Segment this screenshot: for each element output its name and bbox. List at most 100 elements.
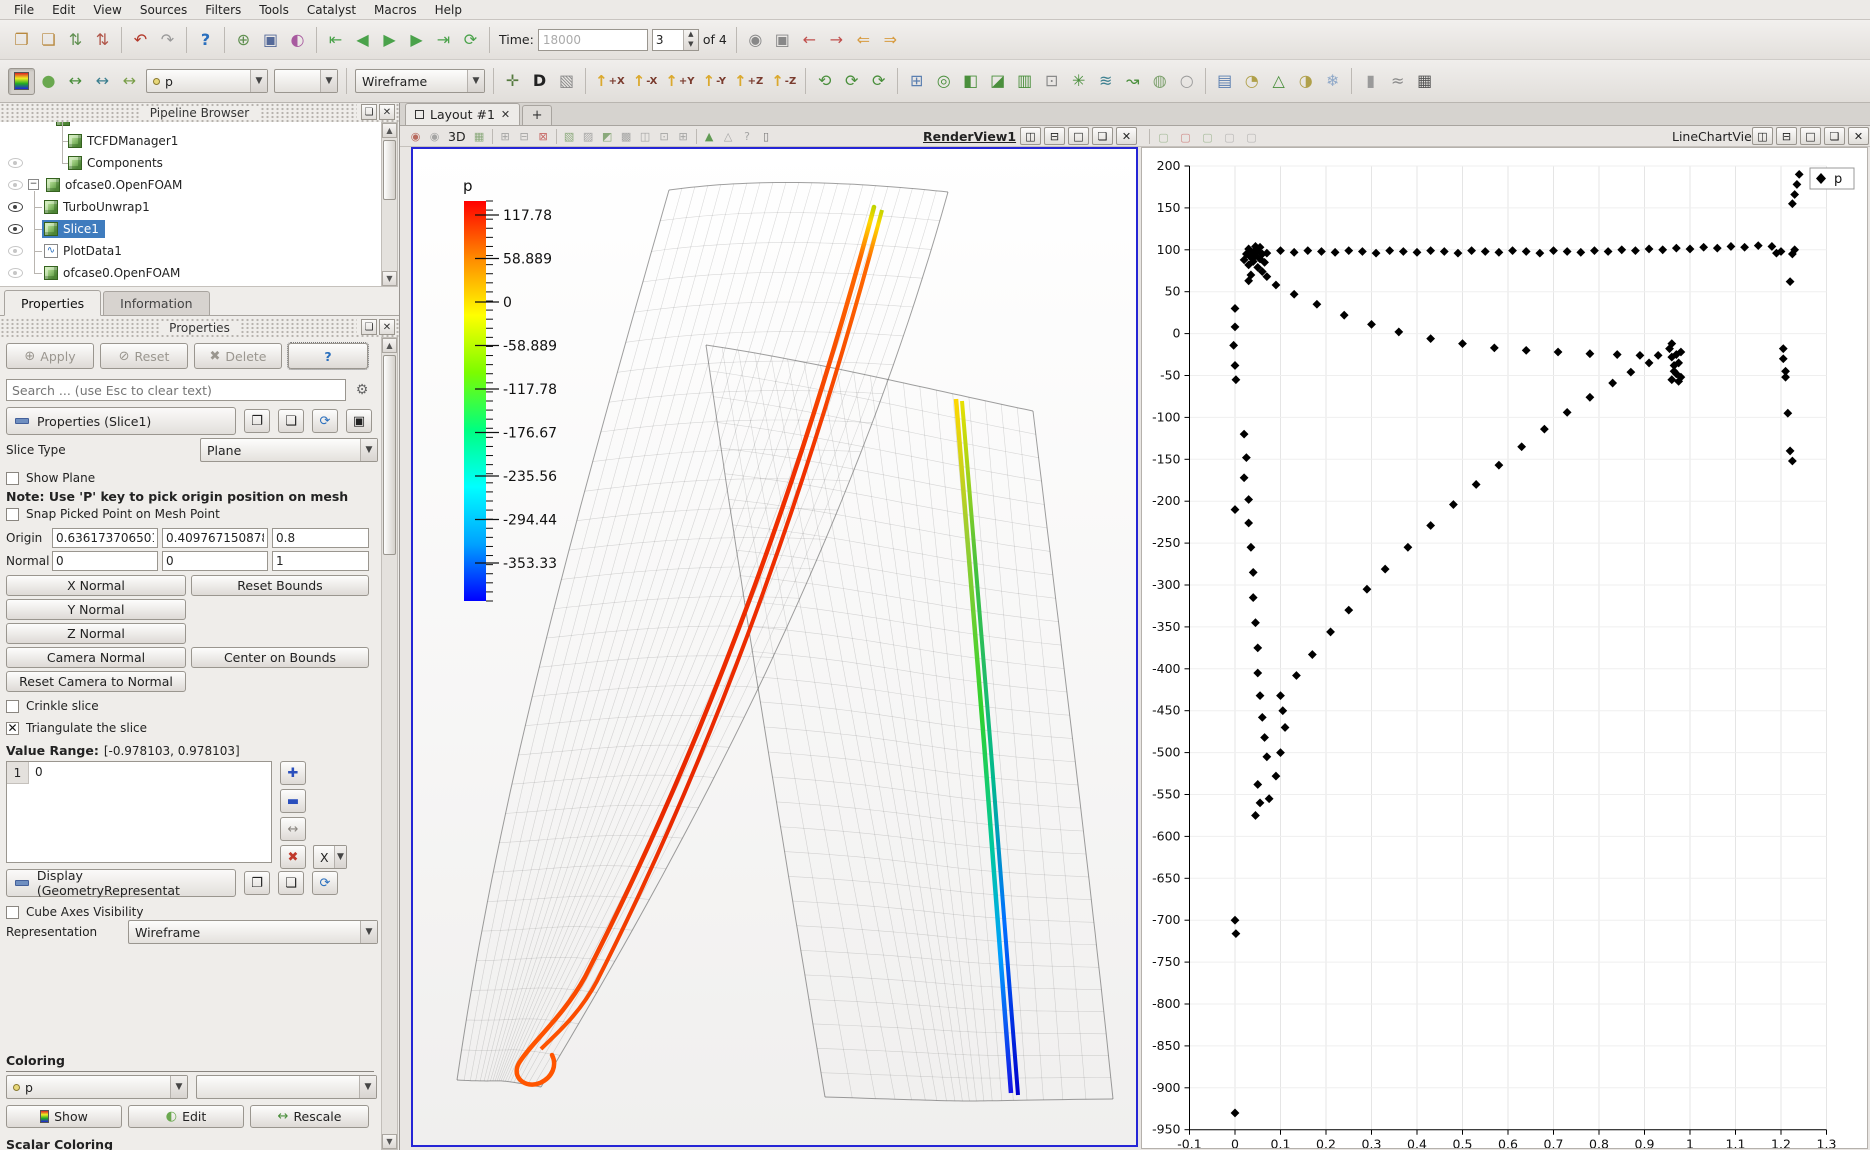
render-split-vertical-button[interactable]: ⊟ xyxy=(1044,127,1065,145)
paste-properties-icon[interactable]: ❏ xyxy=(278,409,304,433)
spin-value-input[interactable] xyxy=(653,30,683,50)
whats-this-icon[interactable]: ? xyxy=(738,127,757,145)
crystal-icon[interactable]: ❄ xyxy=(1319,68,1346,95)
probe-location-icon[interactable]: ◔ xyxy=(1238,68,1265,95)
display-section-bar[interactable]: Display (GeometryRepresentat xyxy=(6,869,236,897)
value-range-button[interactable]: ↔ xyxy=(280,817,306,841)
extract-group-icon[interactable]: ○ xyxy=(1173,68,1200,95)
pipeline-item-tcfdmanager1[interactable]: TCFDManager1 xyxy=(0,130,381,152)
tab-information[interactable]: Information xyxy=(103,291,209,315)
reset-camera-to-normal-button[interactable]: Reset Camera to Normal xyxy=(6,671,186,692)
tree-item-body[interactable]: Components xyxy=(66,154,169,172)
dock-float-icon[interactable]: ❏ xyxy=(361,104,377,120)
chart-legend[interactable]: p xyxy=(1810,168,1854,189)
plane-tool-icon[interactable]: △ xyxy=(1265,68,1292,95)
tree-item-body[interactable]: ofcase0.OpenFOAM xyxy=(42,264,186,282)
menu-tools[interactable]: Tools xyxy=(251,1,297,19)
interactive-select-icon[interactable]: ⊡ xyxy=(655,127,674,145)
chart-float-button[interactable]: ❏ xyxy=(1824,127,1845,145)
save-data-icon[interactable]: ❏ xyxy=(35,26,62,53)
set-view-plus-z-button[interactable]: ↑+Z xyxy=(730,68,767,95)
select-surface-points-icon[interactable]: ▨ xyxy=(579,127,598,145)
tab-properties[interactable]: Properties xyxy=(4,290,101,316)
search-options-gear-icon[interactable]: ⚙ xyxy=(352,380,372,400)
pipeline-item-slice1[interactable]: Slice1 xyxy=(0,218,381,240)
rotate-90-icon[interactable]: ⟳ xyxy=(865,68,892,95)
chart-select-minus-icon[interactable]: ▢ xyxy=(1176,128,1195,146)
chart-export-icon[interactable]: ▢ xyxy=(1242,128,1261,146)
tree-item-body[interactable]: ofcase0.OpenFOAM xyxy=(44,176,188,194)
capture-view-icon[interactable]: ◉ xyxy=(425,127,444,145)
rescale-custom-icon[interactable]: ↔ xyxy=(89,68,116,95)
pipeline-tree[interactable]: −TCFDManager1Componentsofcase0.OpenFOAMT… xyxy=(0,122,381,287)
glyph-icon[interactable]: ✳ xyxy=(1065,68,1092,95)
slice-icon[interactable]: ◪ xyxy=(984,68,1011,95)
render-float-button[interactable]: ❏ xyxy=(1092,127,1113,145)
loop-icon[interactable]: ⟳ xyxy=(457,26,484,53)
select-surface-cells-icon[interactable]: ▧ xyxy=(560,127,579,145)
apply-button[interactable]: ⊕Apply xyxy=(6,343,94,369)
properties-section-bar[interactable]: Properties (Slice1) xyxy=(6,407,236,435)
render-maximize-button[interactable]: □ xyxy=(1068,127,1089,145)
clear-view-icon[interactable]: ▯ xyxy=(757,127,776,145)
render-view-canvas[interactable]: p117.7858.8890-58.889-117.78-176.67-235.… xyxy=(413,149,1136,1145)
remove-value-button[interactable]: ▬ xyxy=(280,789,306,813)
slice-type-combo[interactable]: Plane▼ xyxy=(200,438,378,462)
reset-camera-icon[interactable]: ⊟ xyxy=(515,127,534,145)
show-colormap-button[interactable]: Show xyxy=(6,1105,122,1128)
zoom-to-box-icon[interactable]: ✛ xyxy=(499,68,526,95)
help-icon[interactable]: ? xyxy=(192,26,219,53)
last-frame-icon[interactable]: ⇥ xyxy=(430,26,457,53)
macro-icon-1[interactable]: ← xyxy=(796,26,823,53)
menu-file[interactable]: File xyxy=(6,1,42,19)
z-normal-button[interactable]: Z Normal xyxy=(6,623,186,644)
pipeline-scrollbar[interactable]: ▲ ▼ xyxy=(381,122,398,287)
hover-cells-icon[interactable]: ⊞ xyxy=(674,127,693,145)
menu-edit[interactable]: Edit xyxy=(44,1,83,19)
zoom-to-data-icon[interactable]: D xyxy=(526,68,553,95)
search-input[interactable] xyxy=(6,379,346,401)
coloring-field-combo[interactable]: p▼ xyxy=(6,1075,188,1099)
tcfd-report-icon[interactable]: ▤ xyxy=(1211,68,1238,95)
origin-y-field[interactable] xyxy=(162,528,268,548)
y-normal-button[interactable]: Y Normal xyxy=(6,599,186,620)
properties-scrollbar[interactable]: ▲ ▼ xyxy=(381,337,398,1150)
render-close-button[interactable]: ✕ xyxy=(1116,127,1137,145)
coloring-component-combo[interactable]: ▼ xyxy=(196,1075,377,1099)
colormap-button[interactable] xyxy=(8,68,35,95)
redo-icon[interactable]: ↷ xyxy=(154,26,181,53)
triangulate-checkbox[interactable] xyxy=(6,722,19,735)
orientation-axes-icon[interactable]: ▦ xyxy=(470,127,489,145)
normal-x-field[interactable] xyxy=(52,551,158,571)
extract-subset-icon[interactable]: ⊡ xyxy=(1038,68,1065,95)
macro-icon-4[interactable]: ⇒ xyxy=(877,26,904,53)
contour-icon[interactable]: ◎ xyxy=(930,68,957,95)
line-chart-canvas[interactable]: 200150100500-50-100-150-200-250-300-350-… xyxy=(1142,148,1867,1148)
visibility-eye-icon[interactable] xyxy=(8,268,23,278)
show-plane-checkbox[interactable] xyxy=(6,472,19,485)
add-layout-tab[interactable]: + xyxy=(522,105,552,125)
time-probe-icon[interactable]: ◑ xyxy=(1292,68,1319,95)
save-defaults-icon[interactable]: ▣ xyxy=(346,409,372,433)
connect-server-icon[interactable]: ⇅ xyxy=(62,26,89,53)
set-view-plus-x-button[interactable]: ↑+X xyxy=(591,68,629,95)
open-file-icon[interactable]: ❐ xyxy=(8,26,35,53)
rotate-left-icon[interactable]: ⟲ xyxy=(811,68,838,95)
screenshot-icon[interactable]: ▣ xyxy=(257,26,284,53)
crinkle-slice-checkbox[interactable] xyxy=(6,700,19,713)
rescale-visible-icon[interactable]: ↔ xyxy=(116,68,143,95)
previous-frame-icon[interactable]: ◀ xyxy=(349,26,376,53)
spin-arrows[interactable]: ▲▼ xyxy=(683,30,698,50)
context-help-button[interactable]: ? xyxy=(288,343,368,369)
visibility-eye-icon[interactable] xyxy=(8,180,23,190)
auto-apply-icon[interactable]: ⊕ xyxy=(230,26,257,53)
save-screenshot-icon[interactable]: ◉ xyxy=(406,127,425,145)
normal-z-field[interactable] xyxy=(272,551,369,571)
center-on-bounds-button[interactable]: Center on Bounds xyxy=(191,647,369,668)
tree-item-body[interactable]: Slice1 xyxy=(42,220,105,238)
spin-down-icon[interactable]: ▼ xyxy=(684,40,698,50)
cylinder-source-icon[interactable]: ▮ xyxy=(1357,68,1384,95)
disconnect-server-icon[interactable]: ⇅ xyxy=(89,26,116,53)
undo-icon[interactable]: ↶ xyxy=(127,26,154,53)
close-tab-icon[interactable]: ✕ xyxy=(501,108,510,121)
